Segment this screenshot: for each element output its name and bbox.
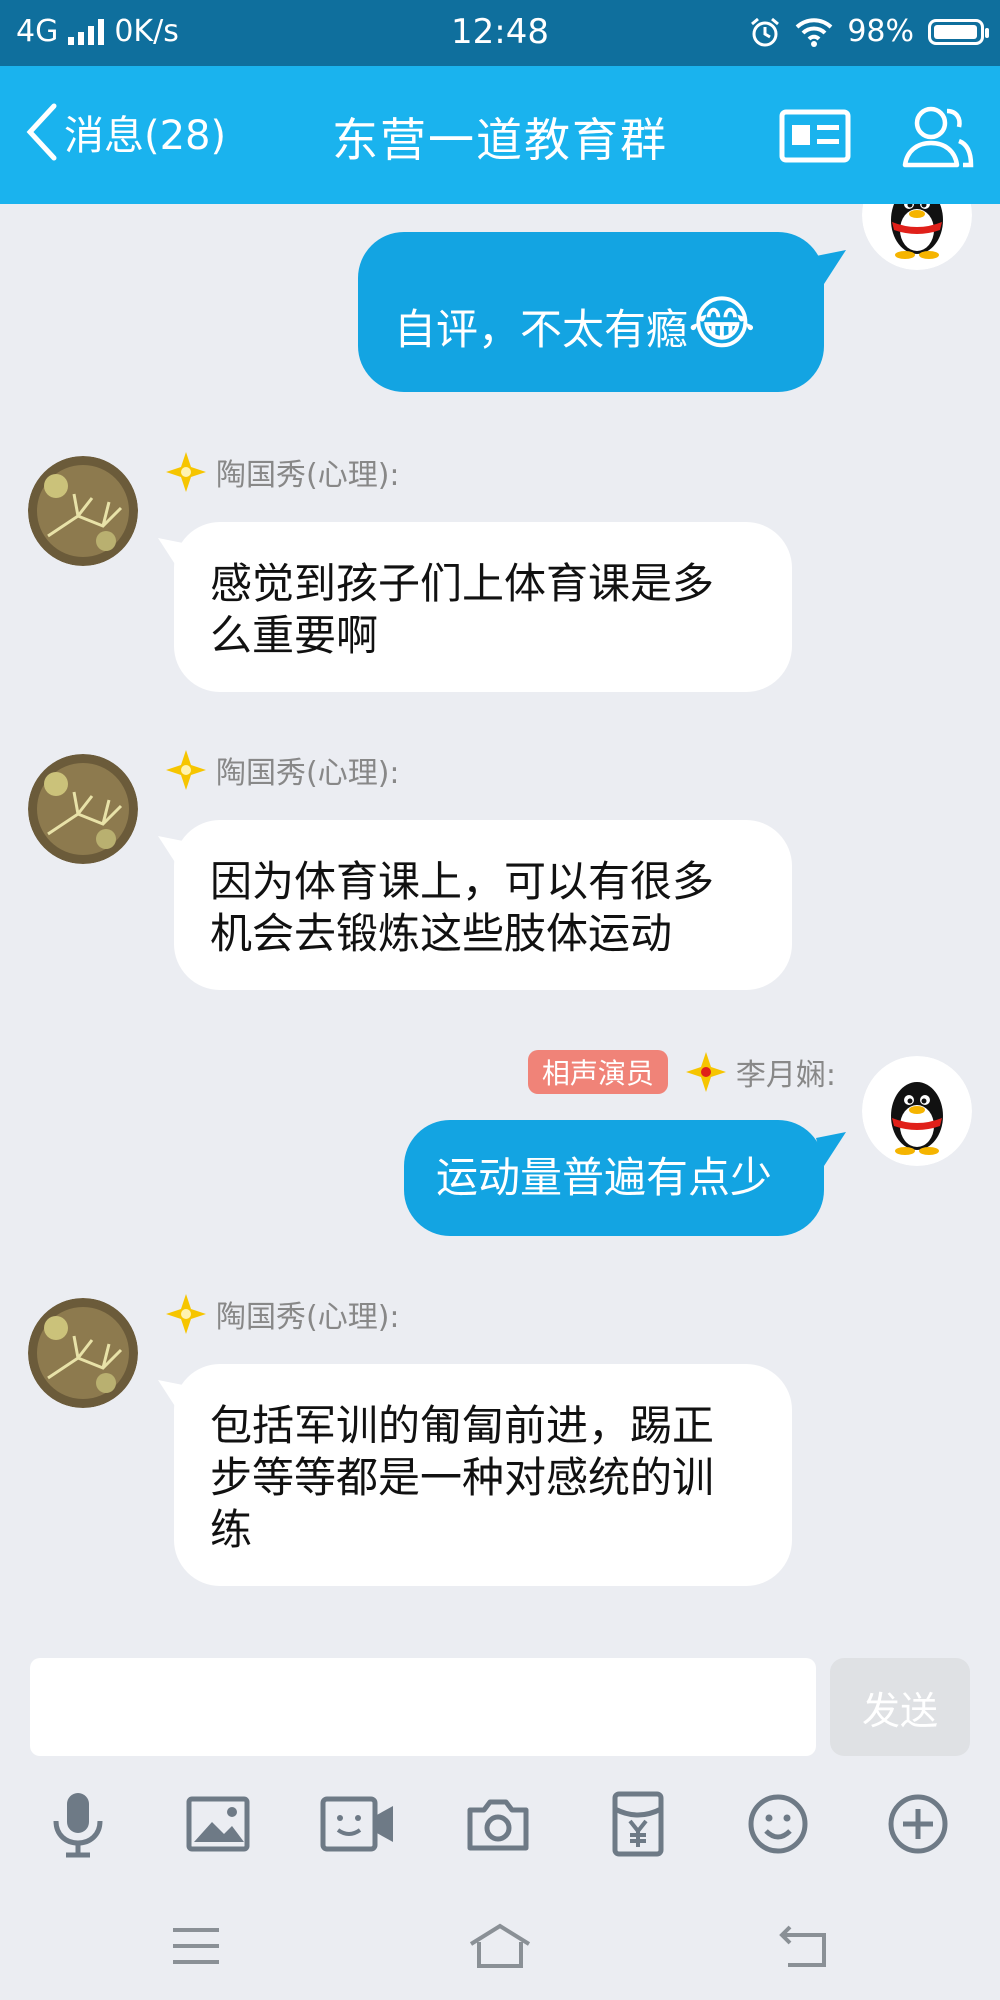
group-members-button[interactable] [898,96,978,176]
flower-avatar-icon [28,754,138,864]
star-badge-icon [166,750,206,790]
voice-button[interactable] [38,1784,118,1864]
battery-icon [928,18,989,45]
qq-penguin-avatar [862,204,972,270]
alarm-icon [751,17,780,46]
red-packet-icon [612,1791,664,1857]
flower-avatar-icon [28,456,138,566]
sender-name: 陶国秀(心理): [216,458,400,493]
status-right: 98% [749,14,989,49]
bubble-tail [816,250,846,284]
sender-name: 李月娴: [735,1058,836,1093]
emoji-button[interactable] [738,1784,818,1864]
chat-area[interactable]: 自评，不太有瘾 😂 陶国秀(心理): 感觉到孩子们上体育课是多 么重要啊 陶国秀… [0,204,1000,1640]
group-members-icon [902,106,974,168]
profile-card-button[interactable] [775,96,855,176]
bubble-tail [816,1132,846,1166]
battery-percent: 98% [847,14,914,49]
avatar[interactable] [28,1298,138,1408]
message-bubble[interactable]: 自评，不太有瘾 😂 [358,232,824,392]
home-button[interactable] [460,1916,540,1976]
message-line: 练 [210,1505,253,1554]
star-badge-icon [166,452,206,492]
menu-icon [173,1928,219,1964]
message-line: 么重要啊 [210,611,379,660]
avatar[interactable] [28,754,138,864]
image-icon [186,1796,250,1852]
video-call-button[interactable] [318,1784,398,1864]
message-bubble[interactable]: 包括军训的匍匐前进，踢正 步等等都是一种对感统的训 练 [174,1364,792,1586]
red-packet-button[interactable] [598,1784,678,1864]
camera-button[interactable] [458,1784,538,1864]
message-bubble[interactable]: 感觉到孩子们上体育课是多 么重要啊 [174,522,792,692]
sender-info: 陶国秀(心理): [164,748,400,792]
back-icon [779,1925,826,1967]
image-button[interactable] [178,1784,258,1864]
message-line: 机会去锻炼这些肢体运动 [210,909,673,958]
message-line: 包括军训的匍匐前进，踢正 [210,1401,715,1450]
emoji-icon [748,1794,808,1854]
message-bubble[interactable]: 运动量普遍有点少 [404,1120,824,1236]
sender-info: 相声演员 李月娴: [527,1050,836,1094]
system-navbar [0,1900,1000,1990]
profile-card-icon [779,109,851,163]
qq-penguin-avatar [862,1056,972,1166]
menu-button[interactable] [156,1916,236,1976]
laughing-emoji-icon: 😂 [688,289,756,357]
back-nav-button[interactable] [764,1916,844,1976]
input-toolbar [0,1784,1000,1874]
battery-fill [934,24,978,39]
flower-avatar-icon [28,1298,138,1408]
avatar[interactable] [862,1056,972,1166]
message-line: 因为体育课上，可以有很多 [210,857,715,906]
star-badge-icon [166,1294,206,1334]
sender-name: 陶国秀(心理): [216,1300,400,1335]
camera-icon [467,1799,529,1851]
wifi-icon [795,17,833,47]
home-icon [469,1923,531,1968]
send-button[interactable]: 发送 [830,1658,970,1756]
message-line: 步等等都是一种对感统的训 [210,1453,715,1502]
message-text: 自评，不太有瘾 [394,305,689,354]
message-input[interactable] [30,1658,816,1756]
sender-info: 陶国秀(心理): [164,1292,400,1336]
star-badge-icon [685,1052,726,1092]
microphone-icon [53,1793,103,1858]
sender-name: 陶国秀(心理): [216,756,400,791]
avatar[interactable] [28,456,138,566]
status-bar: 4G 0K/s 12:48 98% [0,0,1000,66]
more-button[interactable] [878,1784,958,1864]
plus-icon [888,1794,948,1854]
avatar[interactable] [862,204,972,270]
title-tag: 相声演员 [527,1050,668,1094]
title-bar: 消息(28) 东营一道教育群 [0,66,1000,204]
message-text: 运动量普遍有点少 [436,1153,773,1202]
video-call-icon [320,1796,393,1852]
sender-info: 陶国秀(心理): [164,450,400,494]
message-line: 感觉到孩子们上体育课是多 [210,559,715,608]
message-bubble[interactable]: 因为体育课上，可以有很多 机会去锻炼这些肢体运动 [174,820,792,990]
